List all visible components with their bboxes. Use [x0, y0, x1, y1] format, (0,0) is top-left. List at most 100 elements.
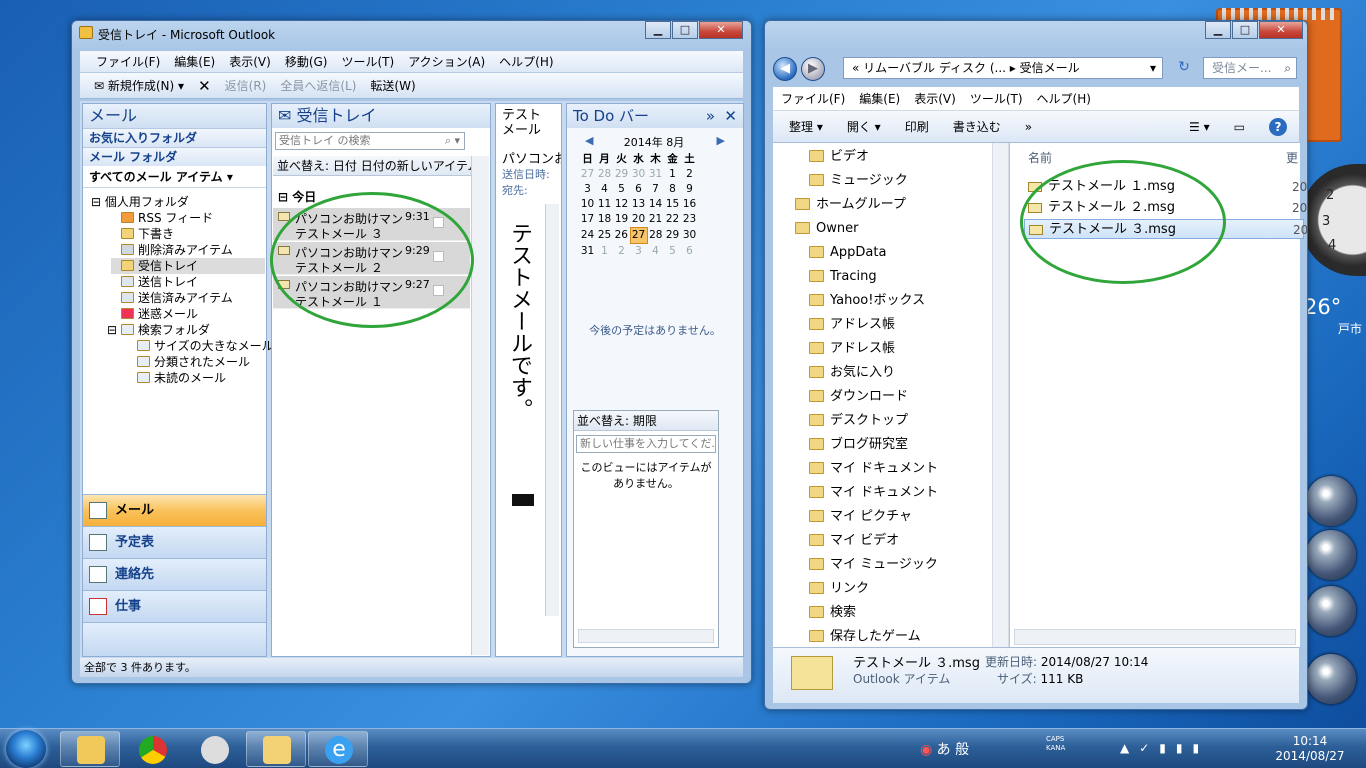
nav-button-tasks[interactable]: 仕事: [83, 590, 266, 622]
desktop-orb-icon[interactable]: [1306, 530, 1356, 580]
calendar-day[interactable]: 26: [613, 228, 630, 244]
nav-button-calendar[interactable]: 予定表: [83, 526, 266, 558]
calendar-day[interactable]: 20: [630, 212, 647, 228]
calendar-day[interactable]: 15: [664, 197, 681, 212]
tree-item[interactable]: 送信済みアイテム: [121, 290, 233, 306]
forward-button[interactable]: ▶: [801, 57, 825, 81]
clock-gadget[interactable]: 2 3 4: [1300, 164, 1366, 276]
close-icon[interactable]: ✕: [724, 104, 737, 128]
taskbar-clock[interactable]: 10:14 2014/08/27: [1264, 734, 1356, 764]
tray-icons[interactable]: ▲✓▮▮▮: [1120, 741, 1209, 755]
weather-gadget[interactable]: 26° 戸市: [1304, 294, 1366, 354]
calendar-day[interactable]: 25: [596, 228, 613, 244]
calendar-day[interactable]: 30: [681, 228, 698, 244]
calendar-day[interactable]: 30: [630, 167, 647, 182]
calendar-day[interactable]: 11: [596, 197, 613, 212]
menu-actions[interactable]: アクション(A): [408, 53, 485, 70]
tree-item[interactable]: 迷惑メール: [121, 306, 198, 322]
view-options-icon[interactable]: ☰ ▾: [1189, 120, 1210, 134]
address-bar[interactable]: « リムーバブル ディスク (... ▸ 受信メール ▾: [843, 57, 1163, 79]
burn-button[interactable]: 書き込む: [953, 118, 1001, 135]
menu-go[interactable]: 移動(G): [285, 53, 328, 70]
calendar-day[interactable]: 4: [596, 182, 613, 197]
message-row[interactable]: パソコンお助けマン テストメール １ 9:27: [273, 276, 470, 309]
calendar-day[interactable]: 28: [647, 228, 664, 244]
tree-item[interactable]: 送信トレイ: [121, 274, 198, 290]
calendar-day[interactable]: 22: [664, 212, 681, 228]
start-button[interactable]: [6, 730, 46, 768]
calendar-day[interactable]: 29: [613, 167, 630, 182]
calendar-day[interactable]: 12: [613, 197, 630, 212]
more-commands-button[interactable]: »: [1025, 120, 1032, 134]
menu-file[interactable]: ファイル(F): [781, 90, 845, 107]
menu-help[interactable]: ヘルプ(H): [1037, 90, 1091, 107]
calendar-day[interactable]: 13: [630, 197, 647, 212]
file-list-hscroll[interactable]: [1014, 629, 1296, 645]
print-button[interactable]: 印刷: [905, 118, 929, 135]
calendar-day[interactable]: 1: [664, 167, 681, 182]
calendar-day[interactable]: 8: [664, 182, 681, 197]
maximize-button[interactable]: □: [672, 21, 698, 39]
tree-item[interactable]: サイズの大きなメール: [137, 338, 274, 354]
date-group-today[interactable]: ⊟ 今日: [278, 188, 316, 205]
desktop-orb-icon[interactable]: [1306, 476, 1356, 526]
calendar-day[interactable]: 6: [681, 244, 698, 260]
taskbar-chrome[interactable]: [122, 731, 182, 767]
reading-scrollbar[interactable]: [545, 204, 559, 616]
reply-button[interactable]: 返信(R): [225, 77, 267, 94]
tree-item[interactable]: マイ ミュージック: [809, 555, 938, 575]
menu-view[interactable]: 表示(V): [229, 53, 271, 70]
prev-month-icon[interactable]: ◀: [585, 134, 593, 147]
calendar-day[interactable]: 2: [613, 244, 630, 260]
calendar-day[interactable]: 9: [681, 182, 698, 197]
calendar-day[interactable]: 5: [613, 182, 630, 197]
tree-item[interactable]: 保存したゲーム: [809, 627, 921, 647]
back-button[interactable]: ◀: [773, 57, 797, 81]
inbox-search-input[interactable]: 受信トレイ の検索 ⌕ ▾: [275, 132, 465, 150]
tree-item[interactable]: マイ ドキュメント: [809, 483, 938, 503]
file-item[interactable]: テストメール １.msg 20: [1024, 177, 1307, 197]
menu-edit[interactable]: 編集(E): [174, 53, 215, 70]
taskbar-paint[interactable]: [184, 731, 244, 767]
task-hscroll[interactable]: [578, 629, 714, 643]
tree-item[interactable]: Yahoo!ボックス: [809, 291, 925, 311]
tree-item[interactable]: ⊟ 個人用フォルダ: [91, 194, 189, 210]
close-button[interactable]: ✕: [1259, 21, 1303, 39]
tree-item[interactable]: ブログ研究室: [809, 435, 908, 455]
taskbar-outlook[interactable]: [246, 731, 306, 767]
column-header-date[interactable]: 更: [1286, 149, 1298, 166]
explorer-titlebar[interactable]: ▁ □ ✕: [765, 21, 1307, 45]
forward-button[interactable]: 転送(W): [370, 77, 415, 94]
calendar-day[interactable]: 19: [613, 212, 630, 228]
tree-item[interactable]: 未読のメール: [137, 370, 226, 386]
menu-file[interactable]: ファイル(F): [96, 53, 160, 70]
search-input[interactable]: 受信メー... ⌕: [1203, 57, 1297, 79]
calendar-day[interactable]: 5: [664, 244, 681, 260]
tree-item[interactable]: ⊟ 検索フォルダ: [107, 322, 210, 338]
tree-item[interactable]: デスクトップ: [809, 411, 908, 431]
chevron-down-icon[interactable]: ▾: [1150, 58, 1156, 78]
new-button[interactable]: ✉ 新規作成(N) ▾: [94, 77, 184, 94]
desktop-orb-icon[interactable]: [1306, 654, 1356, 704]
tree-item[interactable]: ダウンロード: [809, 387, 908, 407]
minimize-button[interactable]: ▁: [1205, 21, 1231, 39]
message-row[interactable]: パソコンお助けマン テストメール ３ 9:31: [273, 208, 470, 241]
calendar-day[interactable]: 2: [681, 167, 698, 182]
reply-all-button[interactable]: 全員へ返信(L): [280, 77, 356, 94]
calendar-day[interactable]: 31: [647, 167, 664, 182]
tree-item[interactable]: ビデオ: [809, 147, 869, 167]
calendar-day[interactable]: 27: [629, 227, 648, 244]
flag-checkbox[interactable]: [433, 251, 444, 262]
tree-item[interactable]: ホームグループ: [795, 195, 906, 215]
calendar-day[interactable]: 14: [647, 197, 664, 212]
refresh-icon[interactable]: ↻: [1173, 59, 1195, 79]
inbox-scrollbar[interactable]: [471, 156, 489, 655]
sort-header[interactable]: 並べ替え: 日付 日付の新しいアイテム: [273, 156, 489, 176]
tree-item[interactable]: アドレス帳: [809, 339, 895, 359]
tree-item[interactable]: アドレス帳: [809, 315, 895, 335]
tree-item[interactable]: リンク: [809, 579, 869, 599]
favorites-header[interactable]: お気に入りフォルダ: [83, 128, 266, 147]
mail-folders-header[interactable]: メール フォルダ: [83, 147, 266, 166]
tree-item[interactable]: 削除済みアイテム: [121, 242, 233, 258]
calendar-day[interactable]: 29: [664, 228, 681, 244]
